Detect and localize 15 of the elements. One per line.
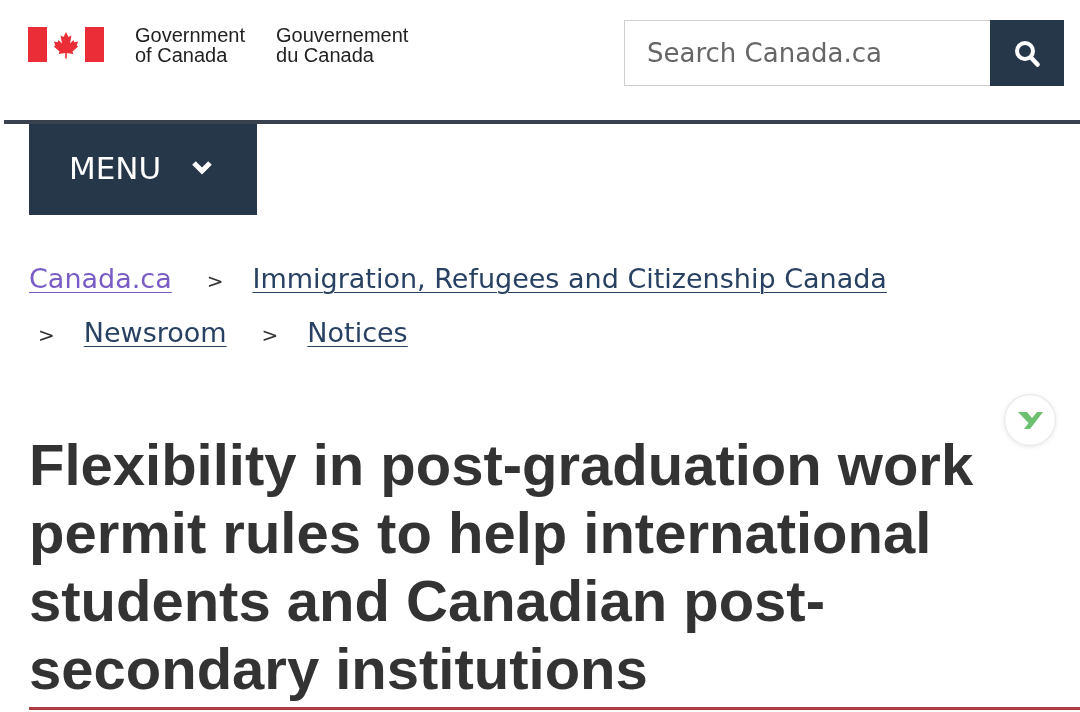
breadcrumb-link[interactable]: Newsroom xyxy=(83,307,227,359)
wordmark-french: Gouvernement du Canada xyxy=(276,25,409,65)
breadcrumb-separator: > xyxy=(261,322,279,349)
breadcrumb-separator: > xyxy=(38,322,55,349)
breadcrumb-link[interactable]: Immigration, Refugees and Citizenship Canada xyxy=(252,253,887,305)
menu-button[interactable]: MENU xyxy=(29,124,257,215)
maple-leaf-flag-icon xyxy=(28,27,104,62)
breadcrumb-separator: > xyxy=(206,268,224,295)
wordmark-english: Government of Canada xyxy=(135,25,246,65)
search-field[interactable]: Search Canada.ca xyxy=(624,20,990,86)
search-button[interactable] xyxy=(990,20,1064,86)
breadcrumb-link[interactable]: Canada.ca xyxy=(29,253,172,305)
breadcrumb-link[interactable]: Notices xyxy=(307,307,408,359)
search-icon xyxy=(1014,39,1040,67)
chevron-down-icon xyxy=(191,160,214,175)
